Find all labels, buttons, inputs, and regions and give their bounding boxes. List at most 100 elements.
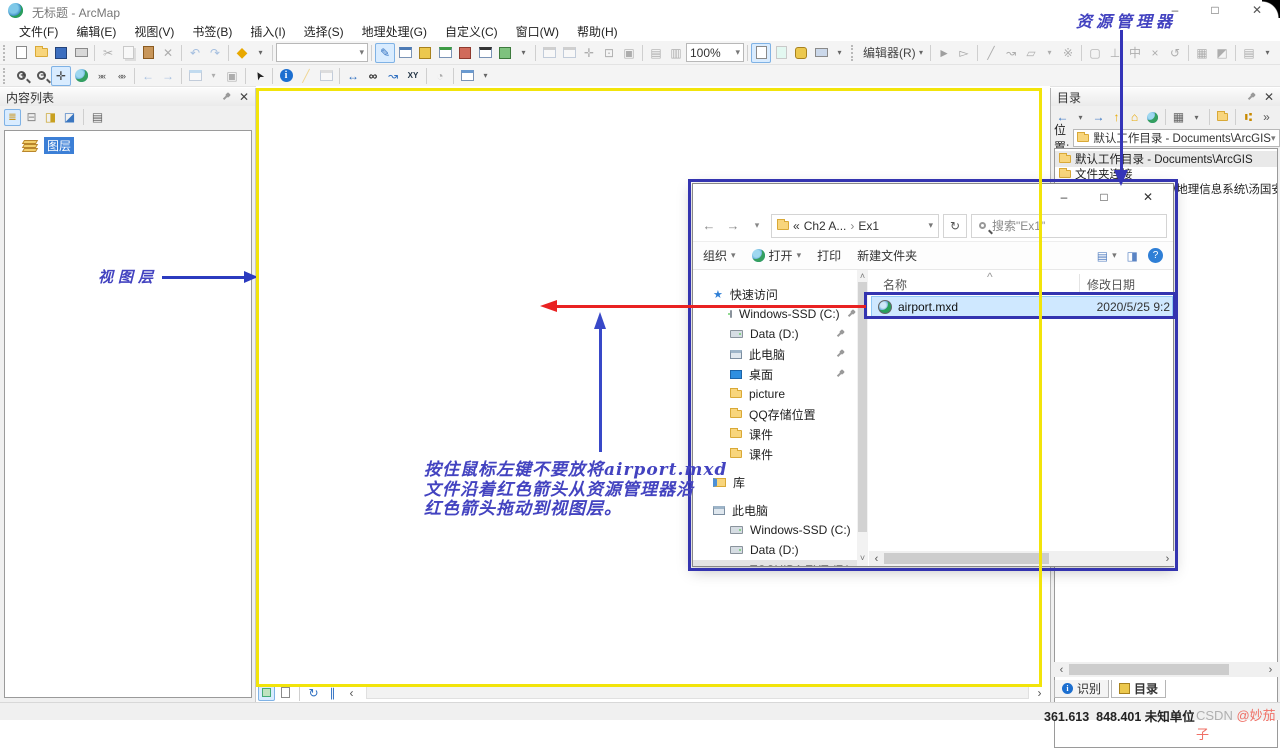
catalog-forward-icon[interactable]: → [1090, 109, 1107, 126]
go-forward-extent-icon[interactable]: → [158, 66, 178, 86]
menu-edit[interactable]: 编辑(E) [67, 23, 125, 40]
reshape-icon[interactable]: ⊥ [1105, 43, 1125, 63]
toc-tree[interactable]: 图层 [4, 130, 252, 698]
list-by-source-icon[interactable]: ⊟ [23, 109, 40, 126]
toc-close-icon[interactable]: ✕ [239, 90, 249, 104]
file-list-horizontal-scrollbar[interactable]: ‹ › [869, 551, 1175, 566]
editor-overflow-icon[interactable]: ▾ [1259, 44, 1276, 61]
sidebar-item-libraries[interactable]: 库 [693, 472, 857, 492]
time-slider-icon[interactable]: ◔ [430, 66, 450, 86]
fixed-zoom-out-icon[interactable]: «» [111, 66, 131, 86]
sidebar-item-qq-storage[interactable]: QQ存储位置 [693, 404, 857, 424]
extent-icon[interactable]: ⊡ [599, 43, 619, 63]
explorer-forward-icon[interactable]: → [723, 218, 743, 233]
rotate-icon[interactable]: ↺ [1165, 43, 1185, 63]
edit-annotation-tool-icon[interactable]: ▻ [954, 43, 974, 63]
zoom-layer-icon[interactable] [559, 43, 579, 63]
editor-menu-button[interactable]: 编辑器(R) ▾ [859, 43, 927, 63]
file-scroll-left-icon[interactable]: ‹ [869, 553, 884, 565]
catalog-tree-item-folder-connections[interactable]: 文件夹连接 [1055, 166, 1277, 182]
list-by-visibility-icon[interactable]: ◨ [42, 109, 59, 126]
explorer-search-input[interactable]: 搜索"Ex1" [971, 214, 1167, 238]
preview-pane-button[interactable]: ◨ [1127, 249, 1138, 263]
sidebar-item-desktop[interactable]: 桌面 [693, 364, 857, 384]
catalog-table-view-icon[interactable]: ▦ [1170, 109, 1187, 126]
breadcrumb-current[interactable]: Ex1 [858, 219, 879, 233]
menu-view[interactable]: 视图(V) [125, 23, 183, 40]
file-row-airport-mxd[interactable]: airport.mxd 2020/5/25 9:2 [871, 296, 1173, 318]
table-of-contents-toggle[interactable] [395, 43, 415, 63]
select-features-icon[interactable] [185, 66, 205, 86]
layers-tree-item[interactable]: 图层 [23, 137, 74, 154]
sidebar-scrollbar[interactable]: ˄ ˅ [857, 270, 868, 566]
sidebar-item-data-d-2[interactable]: Data (D:) [693, 540, 857, 560]
organize-button[interactable]: 组织▾ [703, 247, 736, 264]
fixed-zoom-in-icon[interactable]: »« [91, 66, 111, 86]
maximize-button[interactable]: □ [1198, 0, 1232, 21]
redo-button[interactable]: ↷ [205, 43, 225, 63]
sidebar-item-picture[interactable]: picture [693, 384, 857, 404]
menu-insert[interactable]: 插入(I) [241, 23, 294, 40]
catalog-overflow-icon[interactable]: » [1258, 109, 1275, 126]
arctoolbox-toggle[interactable] [455, 43, 475, 63]
map-scroll-left-icon[interactable]: ‹ [343, 684, 360, 701]
zoom-out-icon[interactable]: − [31, 66, 51, 86]
menu-customize[interactable]: 自定义(C) [436, 23, 507, 40]
edit-vertices-icon[interactable]: ▢ [1085, 43, 1105, 63]
menu-file[interactable]: 文件(F) [10, 23, 67, 40]
default-geodatabase-icon[interactable] [1144, 109, 1161, 126]
breadcrumb-parent[interactable]: Ch2 A... [804, 219, 847, 233]
map-horizontal-scrollbar[interactable] [366, 686, 1029, 699]
cut-icon[interactable]: ✂ [98, 43, 118, 63]
copy-icon[interactable] [118, 43, 138, 63]
sidebar-item-this-pc[interactable]: 此电脑 [693, 500, 857, 520]
catalog-up-one-level-icon[interactable]: ↑ [1108, 109, 1125, 126]
catalog-view-dropdown-icon[interactable]: ▾ [1188, 109, 1205, 126]
go-to-xy-icon[interactable]: XY [403, 66, 423, 86]
tools-toolbar-grip[interactable] [3, 68, 8, 84]
refresh-view-button[interactable]: ↻ [305, 684, 322, 701]
sidebar-item-data-d[interactable]: Data (D:) [693, 324, 857, 344]
list-by-selection-icon[interactable]: ◪ [61, 109, 78, 126]
add-data-button[interactable]: ◆ [232, 43, 252, 63]
catalog-scroll-thumb[interactable] [1069, 664, 1229, 675]
open-button[interactable]: 打开▾ [752, 247, 802, 264]
explorer-maximize-icon[interactable]: □ [1089, 187, 1119, 207]
minimize-button[interactable]: – [1158, 0, 1192, 21]
tools-overflow-icon[interactable]: ▾ [477, 67, 494, 84]
sidebar-item-this-pc-pinned[interactable]: 此电脑 [693, 344, 857, 364]
catalog-tree-item-default-workspace[interactable]: 默认工作目录 - Documents\ArcGIS [1055, 151, 1277, 167]
file-explorer-window[interactable]: – □ ✕ ← → ▾ « Ch2 A... › Ex1 ▾ ↻ 搜索"Ex1"… [692, 183, 1174, 567]
catalog-close-icon[interactable]: ✕ [1264, 90, 1274, 104]
sidebar-item-courseware-2[interactable]: 课件 [693, 444, 857, 464]
edit-tool-icon[interactable]: ► [934, 43, 954, 63]
catalog-pin-icon[interactable] [1247, 93, 1256, 102]
editor-toolbar-grip[interactable] [851, 45, 856, 61]
select-features-dropdown-icon[interactable]: ▾ [205, 67, 222, 84]
model-builder-toggle[interactable] [495, 43, 515, 63]
catalog-scroll-right-icon[interactable]: › [1263, 664, 1278, 676]
delete-icon[interactable]: ✕ [158, 43, 178, 63]
explorer-minimize-icon[interactable]: – [1049, 187, 1079, 207]
html-popup-icon[interactable] [316, 66, 336, 86]
tab-catalog[interactable]: 目录 [1111, 680, 1166, 698]
lock-scale-icon[interactable] [791, 43, 811, 63]
editor-extra-icon[interactable]: ▤ [1239, 43, 1259, 63]
print-command-button[interactable]: 打印 [817, 247, 841, 264]
menu-bookmarks[interactable]: 书签(B) [183, 23, 241, 40]
open-document-button[interactable] [31, 43, 51, 63]
sidebar-scroll-down-icon[interactable]: ˅ [857, 553, 868, 563]
layout-extent-toggle[interactable] [771, 43, 791, 63]
hyperlink-icon[interactable]: ╱ [296, 66, 316, 86]
catalog-home-folder-icon[interactable]: ⌂ [1126, 109, 1143, 126]
layout-overflow-icon[interactable]: ▾ [831, 44, 848, 61]
zoom-to-selected-icon[interactable] [539, 43, 559, 63]
catalog-scroll-left-icon[interactable]: ‹ [1054, 664, 1069, 676]
pan-tool-icon[interactable]: ✛ [51, 66, 71, 86]
menu-geoprocessing[interactable]: 地理处理(G) [353, 23, 436, 40]
cut-polygons-icon[interactable]: 中 [1125, 43, 1145, 63]
sidebar-scroll-up-icon[interactable]: ˄ [857, 271, 868, 281]
print-button[interactable] [71, 43, 91, 63]
toc-pin-icon[interactable] [222, 93, 231, 102]
catalog-tree-view-icon[interactable]: ⑆ [1240, 109, 1257, 126]
